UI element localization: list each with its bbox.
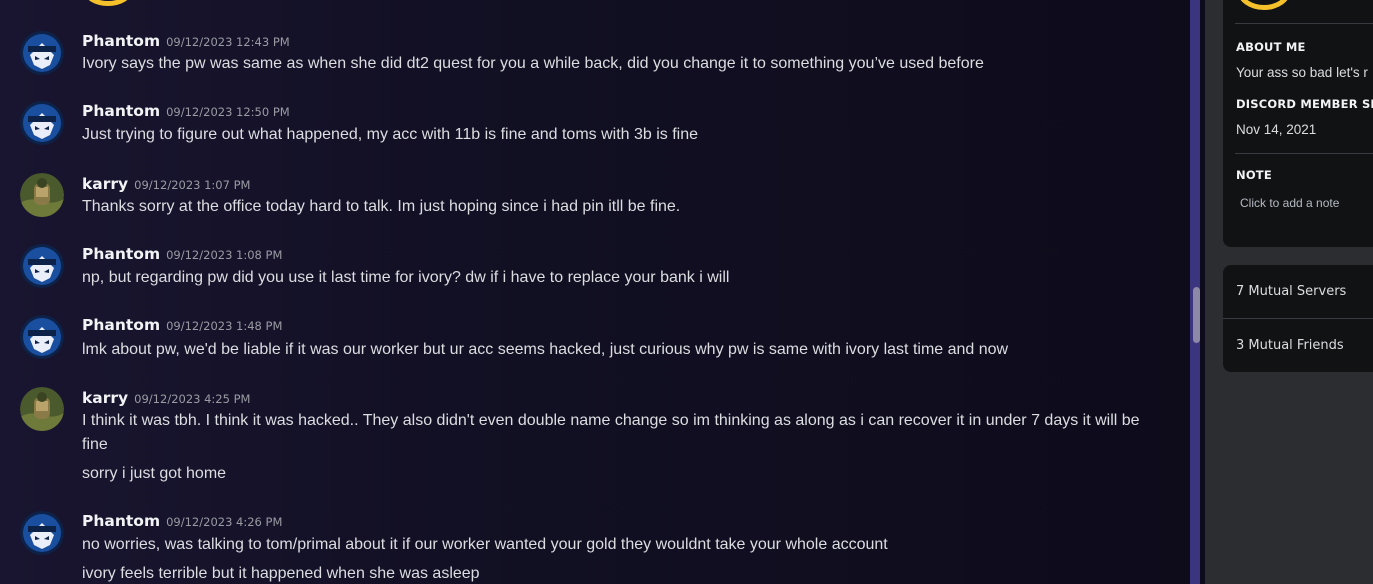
message-header: Phantom 09/12/2023 1:08 PM: [82, 244, 282, 263]
profile-card: ABOUT ME Your ass so bad let's r DISCORD…: [1223, 0, 1373, 247]
message-header: Phantom 09/12/2023 4:26 PM: [82, 511, 282, 530]
phantom-avatar[interactable]: [20, 315, 64, 359]
member-since-heading: DISCORD MEMBER SIN: [1236, 97, 1373, 111]
mutuals-card: 7 Mutual Servers 3 Mutual Friends: [1223, 265, 1373, 372]
karry-avatar[interactable]: [20, 387, 64, 431]
member-since-date: Nov 14, 2021: [1236, 122, 1317, 137]
username[interactable]: Phantom: [82, 32, 160, 50]
message-text: np, but regarding pw did you use it last…: [82, 269, 730, 286]
divider: [1235, 23, 1373, 24]
divider: [1235, 153, 1373, 154]
message-text: Thanks sorry at the office today hard to…: [82, 198, 681, 215]
note-heading: NOTE: [1236, 168, 1272, 182]
user-profile-panel: ABOUT ME Your ass so bad let's r DISCORD…: [1205, 0, 1373, 584]
message-header: Phantom 09/12/2023 12:50 PM: [82, 101, 290, 120]
mutual-friends-button[interactable]: 3 Mutual Friends: [1223, 319, 1373, 372]
about-me-text: Your ass so bad let's r: [1236, 65, 1368, 80]
timestamp: 09/12/2023 12:43 PM: [166, 35, 290, 49]
partial-avatar: [84, 0, 132, 6]
message-header: karry 09/12/2023 4:25 PM: [82, 388, 250, 407]
mutual-servers-label: 7 Mutual Servers: [1236, 284, 1347, 299]
message-text: Just trying to figure out what happened,…: [82, 126, 699, 143]
username[interactable]: Phantom: [82, 316, 160, 334]
timestamp: 09/12/2023 4:26 PM: [166, 515, 283, 529]
message-header: karry 09/12/2023 1:07 PM: [82, 174, 250, 193]
timestamp: 09/12/2023 1:48 PM: [166, 319, 283, 333]
timestamp: 09/12/2023 1:07 PM: [134, 178, 251, 192]
message-text: lmk about pw, we'd be liable if it was o…: [82, 341, 1009, 358]
message-text: I think it was tbh. I think it was hacke…: [82, 412, 1140, 453]
mutual-friends-label: 3 Mutual Friends: [1236, 338, 1344, 353]
message-text: no worries, was talking to tom/primal ab…: [82, 536, 888, 553]
username[interactable]: Phantom: [82, 245, 160, 263]
message-header: Phantom 09/12/2023 1:48 PM: [82, 315, 282, 334]
username[interactable]: Phantom: [82, 512, 160, 530]
timestamp: 09/12/2023 4:25 PM: [134, 392, 251, 406]
mutual-servers-button[interactable]: 7 Mutual Servers: [1223, 265, 1373, 318]
timestamp: 09/12/2023 1:08 PM: [166, 248, 283, 262]
phantom-avatar[interactable]: [20, 244, 64, 288]
phantom-avatar[interactable]: [20, 31, 64, 75]
chat-messages-area[interactable]: Phantom 09/12/2023 12:43 PM Ivory says th…: [0, 0, 1188, 584]
phantom-avatar[interactable]: [20, 511, 64, 555]
scrollbar-thumb[interactable]: [1193, 287, 1200, 343]
username[interactable]: karry: [82, 175, 128, 193]
karry-avatar[interactable]: [20, 173, 64, 217]
message-text: sorry i just got home: [82, 465, 227, 482]
username[interactable]: karry: [82, 389, 128, 407]
phantom-avatar[interactable]: [20, 101, 64, 145]
about-me-heading: ABOUT ME: [1236, 40, 1306, 54]
message-header: Phantom 09/12/2023 12:43 PM: [82, 31, 290, 50]
message-text: ivory feels terrible but it happened whe…: [82, 565, 480, 582]
profile-avatar: [1237, 0, 1291, 10]
timestamp: 09/12/2023 12:50 PM: [166, 105, 290, 119]
message-text: Ivory says the pw was same as when she d…: [82, 55, 984, 72]
note-input[interactable]: Click to add a note: [1240, 196, 1339, 210]
username[interactable]: Phantom: [82, 102, 160, 120]
